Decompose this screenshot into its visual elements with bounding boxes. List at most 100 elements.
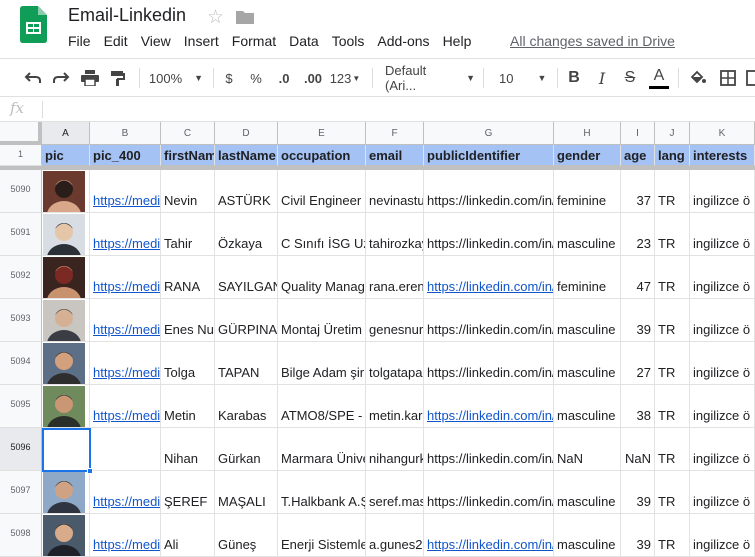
cell-email[interactable]: genesnuri — [366, 299, 424, 342]
header-cell-lang[interactable]: lang — [655, 145, 690, 166]
column-header-a[interactable]: A — [42, 122, 90, 145]
percent-format-button[interactable]: % — [246, 59, 266, 97]
cell-link[interactable]: https://media — [93, 236, 160, 251]
merge-cells-icon[interactable] — [744, 59, 755, 97]
profile-photo[interactable] — [43, 472, 85, 513]
profile-photo[interactable] — [43, 343, 85, 384]
cell-pic-400[interactable]: https://media — [90, 213, 161, 256]
cell-lang[interactable]: TR — [655, 385, 690, 428]
cell-occupation[interactable]: C Sınıfı İSG Uzmanı — [278, 213, 366, 256]
cell-occupation[interactable]: Marmara Üniversitesi — [278, 428, 366, 471]
header-cell-firstname[interactable]: firstName — [161, 145, 215, 166]
folder-icon[interactable] — [236, 10, 254, 24]
cell-gender[interactable]: masculine — [554, 471, 621, 514]
column-header-d[interactable]: D — [215, 122, 278, 145]
cell-occupation[interactable]: Quality Management — [278, 256, 366, 299]
cell-pic-400[interactable]: https://media — [90, 471, 161, 514]
cell-firstname[interactable]: Ali — [161, 514, 215, 557]
header-cell-email[interactable]: email — [366, 145, 424, 166]
cell-pic[interactable] — [42, 213, 90, 256]
row-header[interactable]: 5093 — [0, 299, 42, 342]
row-header[interactable]: 5095 — [0, 385, 42, 428]
menu-item-addons[interactable]: Add-ons — [377, 33, 429, 49]
cell-gender[interactable]: masculine — [554, 342, 621, 385]
profile-photo[interactable] — [43, 515, 85, 556]
cell-email[interactable]: metin.karabas — [366, 385, 424, 428]
cell-link[interactable]: https://media — [93, 365, 160, 380]
cell-pic-400[interactable]: https://media — [90, 514, 161, 557]
cell-interests[interactable]: ingilizce ö — [690, 213, 755, 256]
cell-pic[interactable] — [42, 299, 90, 342]
header-cell-lastname[interactable]: lastName — [215, 145, 278, 166]
row-header[interactable]: 5096 — [0, 428, 42, 471]
fill-handle[interactable] — [87, 468, 93, 474]
cell-link[interactable]: https://linkedin.com/in/ — [427, 279, 553, 294]
cell-occupation[interactable]: ATMO8/SPE - — [278, 385, 366, 428]
column-header-j[interactable]: J — [655, 122, 690, 145]
text-color-button[interactable]: A — [647, 59, 671, 97]
column-header-i[interactable]: I — [621, 122, 655, 145]
cell-link[interactable]: https://media — [93, 279, 160, 294]
cell-firstname[interactable]: RANA — [161, 256, 215, 299]
cell-email[interactable]: nihangurkan — [366, 428, 424, 471]
cell-pic-400[interactable]: https://media — [90, 299, 161, 342]
header-cell-gender[interactable]: gender — [554, 145, 621, 166]
cell-occupation[interactable]: Bilge Adam şirketi — [278, 342, 366, 385]
save-status-link[interactable]: All changes saved in Drive — [510, 33, 675, 49]
decrease-decimals-button[interactable]: .0 — [271, 59, 297, 97]
cell-pic[interactable] — [42, 471, 90, 514]
print-icon[interactable] — [77, 59, 103, 97]
cell-email[interactable]: nevinasturk — [366, 170, 424, 213]
document-title[interactable]: Email-Linkedin — [68, 5, 186, 26]
cell-lang[interactable]: TR — [655, 514, 690, 557]
cell-lang[interactable]: TR — [655, 213, 690, 256]
fill-color-icon[interactable] — [686, 59, 710, 97]
cell-age[interactable]: 23 — [621, 213, 655, 256]
menu-item-help[interactable]: Help — [443, 33, 472, 49]
cell-interests[interactable]: ingilizce ö — [690, 385, 755, 428]
cell-pic-400[interactable]: https://media — [90, 170, 161, 213]
menu-item-tools[interactable]: Tools — [332, 33, 365, 49]
redo-icon[interactable] — [48, 59, 74, 97]
cell-age[interactable]: 27 — [621, 342, 655, 385]
column-header-k[interactable]: K — [690, 122, 755, 145]
cell-link[interactable]: https://media — [93, 537, 160, 552]
cell-occupation[interactable]: Montaj Üretim — [278, 299, 366, 342]
cell-lastname[interactable]: ASTÜRK — [215, 170, 278, 213]
menu-item-format[interactable]: Format — [232, 33, 276, 49]
cell-pic[interactable] — [42, 385, 90, 428]
cell-link[interactable]: https://media — [93, 193, 160, 208]
select-all-corner[interactable] — [0, 122, 42, 145]
cell-firstname[interactable]: ŞEREF — [161, 471, 215, 514]
cell-publicidentifier[interactable]: https://linkedin.com/in/ — [424, 342, 554, 385]
cell-firstname[interactable]: Metin — [161, 385, 215, 428]
column-header-h[interactable]: H — [554, 122, 621, 145]
column-header-g[interactable]: G — [424, 122, 554, 145]
cell-age[interactable]: 37 — [621, 170, 655, 213]
cell-firstname[interactable]: Nevin — [161, 170, 215, 213]
header-cell-pic[interactable]: pic — [42, 145, 90, 166]
cell-interests[interactable]: ingilizce ö — [690, 299, 755, 342]
row-header[interactable]: 5097 — [0, 471, 42, 514]
strikethrough-button[interactable]: S — [619, 59, 641, 97]
cell-pic-400[interactable]: https://media — [90, 256, 161, 299]
column-header-f[interactable]: F — [366, 122, 424, 145]
cell-email[interactable]: seref.masali — [366, 471, 424, 514]
column-header-c[interactable]: C — [161, 122, 215, 145]
cell-gender[interactable]: NaN — [554, 428, 621, 471]
cell-pic[interactable] — [42, 514, 90, 557]
currency-format-button[interactable]: $ — [219, 59, 239, 97]
cell-interests[interactable]: ingilizce ö — [690, 342, 755, 385]
cell-email[interactable]: tahirozkaya — [366, 213, 424, 256]
menu-item-insert[interactable]: Insert — [184, 33, 219, 49]
cell-gender[interactable]: masculine — [554, 213, 621, 256]
cell-interests[interactable]: ingilizce ö — [690, 514, 755, 557]
formula-input[interactable] — [50, 101, 750, 118]
borders-icon[interactable] — [716, 59, 740, 97]
star-icon[interactable]: ☆ — [207, 6, 224, 29]
font-size-select[interactable]: 10 ▼ — [492, 59, 552, 97]
cell-gender[interactable]: masculine — [554, 299, 621, 342]
cell-lang[interactable]: TR — [655, 342, 690, 385]
cell-firstname[interactable]: Tahir — [161, 213, 215, 256]
cell-publicidentifier[interactable]: https://linkedin.com/in/ — [424, 471, 554, 514]
